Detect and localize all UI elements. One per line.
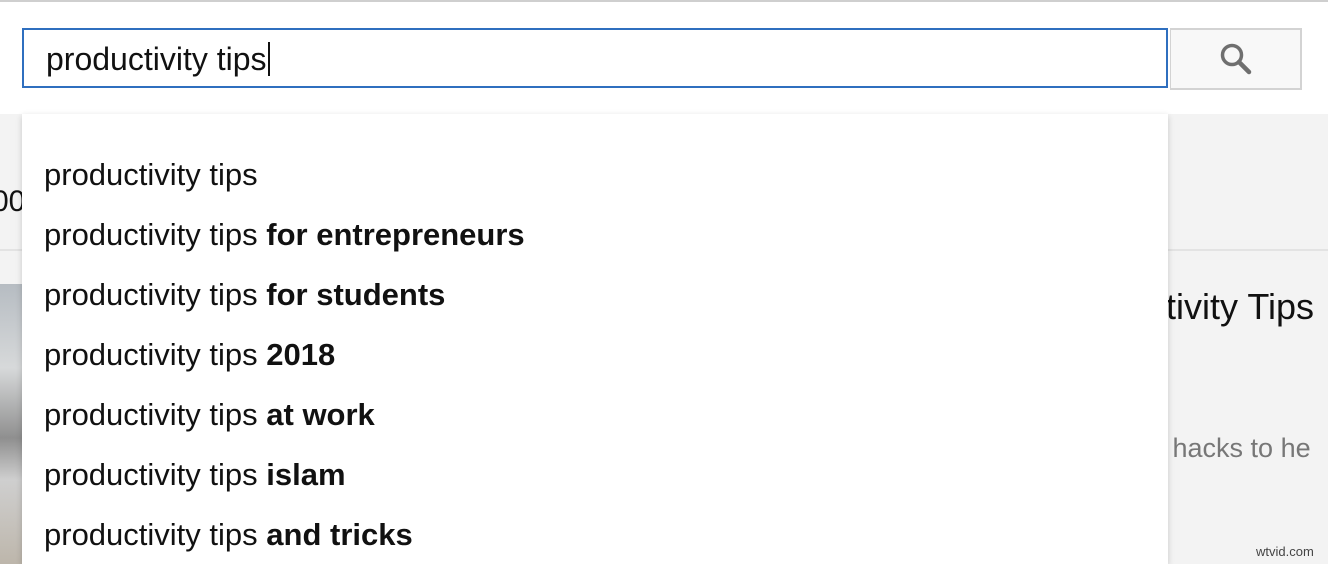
suggestion-prefix: productivity tips <box>44 337 258 372</box>
suggestion-completion: for students <box>266 277 446 312</box>
suggestion-prefix: productivity tips <box>44 457 258 492</box>
suggestion-completion: for entrepreneurs <box>266 217 525 252</box>
search-button[interactable] <box>1170 28 1302 90</box>
suggestion-prefix: productivity tips <box>44 397 258 432</box>
suggestion-prefix: productivity tips <box>44 517 258 552</box>
suggestion-item[interactable]: productivity tips for students <box>44 275 445 315</box>
suggestion-item[interactable]: productivity tips 2018 <box>44 335 335 375</box>
search-suggestions-dropdown: productivity tips productivity tips for … <box>22 114 1168 564</box>
watermark-text: wtvid.com <box>1256 544 1314 559</box>
suggestion-completion: at work <box>266 397 375 432</box>
suggestion-prefix: productivity tips <box>44 157 258 192</box>
suggestion-prefix: productivity tips <box>44 277 258 312</box>
search-header: productivity tips <box>0 2 1328 114</box>
search-icon <box>1220 43 1251 75</box>
suggestion-item[interactable]: productivity tips for entrepreneurs <box>44 215 525 255</box>
suggestion-completion: 2018 <box>266 337 336 372</box>
suggestion-item[interactable]: productivity tips and tricks <box>44 515 413 555</box>
background-video-title[interactable]: ctivity Tips <box>1148 286 1314 328</box>
search-input[interactable]: productivity tips <box>22 28 1168 88</box>
suggestion-completion: islam <box>266 457 346 492</box>
suggestion-item[interactable]: productivity tips islam <box>44 455 346 495</box>
suggestion-prefix: productivity tips <box>44 217 258 252</box>
background-video-description: d hacks to he <box>1150 433 1311 463</box>
text-caret <box>267 42 270 76</box>
search-query-text: productivity tips <box>46 41 267 77</box>
suggestion-item[interactable]: productivity tips at work <box>44 395 375 435</box>
suggestion-item[interactable]: productivity tips <box>44 155 258 195</box>
search-input-value: productivity tips <box>46 41 270 77</box>
suggestion-completion: and tricks <box>266 517 413 552</box>
